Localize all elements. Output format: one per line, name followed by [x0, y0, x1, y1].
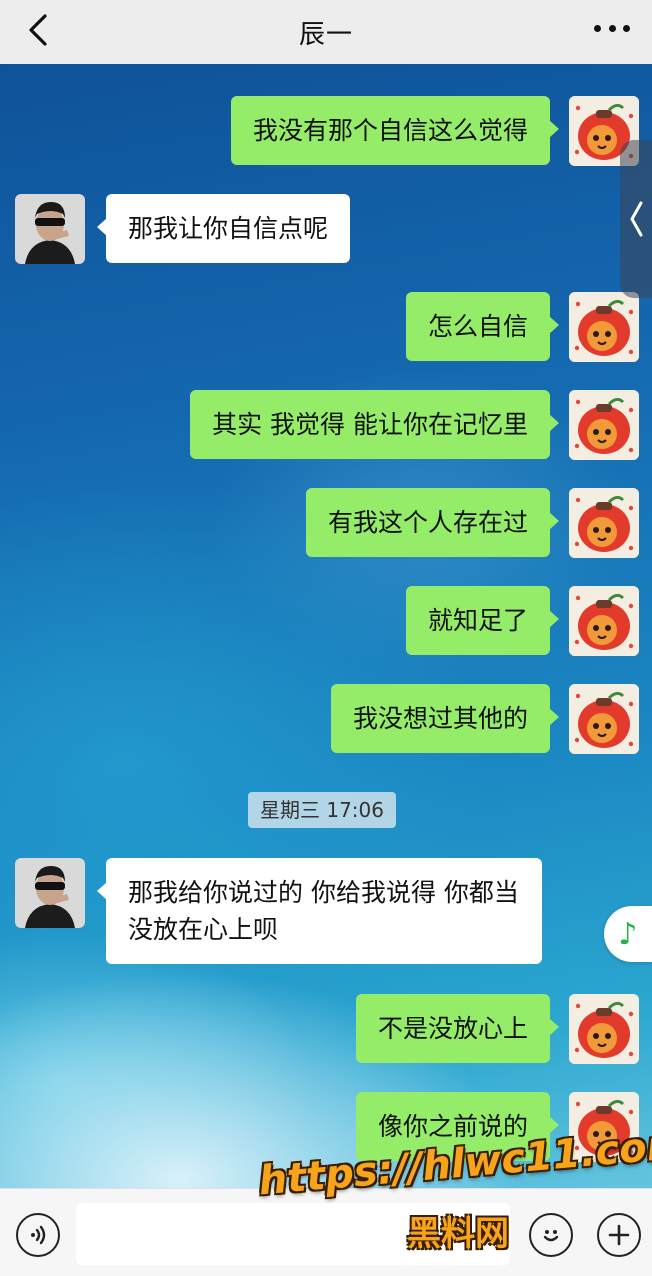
voice-button[interactable]	[16, 1213, 60, 1257]
message-bubble-received[interactable]: 那我让你自信点呢	[97, 194, 351, 263]
message-row: 我没想过其他的	[0, 684, 652, 754]
message-text: 其实 我觉得 能让你在记忆里	[212, 410, 528, 439]
message-row: 有我这个人存在过	[0, 488, 652, 558]
contact-avatar[interactable]	[15, 194, 85, 264]
person-photo-icon	[15, 194, 85, 264]
person-photo-icon	[15, 858, 85, 928]
apple-character-icon	[569, 390, 639, 460]
apple-character-icon	[569, 684, 639, 754]
message-text: 那我给你说过的 你给我说得 你都当没放在心上呗	[128, 878, 519, 944]
my-avatar[interactable]	[569, 292, 639, 362]
chevron-left-icon	[630, 201, 643, 237]
message-bubble-sent[interactable]: 就知足了	[405, 586, 559, 655]
chat-timestamp: 星期三 17:06	[248, 792, 396, 828]
message-row: 怎么自信	[0, 292, 652, 362]
apple-character-icon	[569, 488, 639, 558]
message-row: 其实 我觉得 能让你在记忆里	[0, 390, 652, 460]
message-text: 就知足了	[427, 606, 528, 635]
message-bubble-sent[interactable]: 我没有那个自信这么觉得	[230, 96, 559, 165]
message-text: 有我这个人存在过	[327, 508, 528, 537]
message-row: 那我给你说过的 你给我说得 你都当没放在心上呗	[0, 858, 652, 968]
music-float-button[interactable]: ♪	[604, 906, 652, 962]
watermark-name: 黑料网	[407, 1214, 509, 1254]
chat-title: 辰一	[298, 19, 353, 50]
message-row: 我没有那个自信这么觉得	[0, 96, 652, 166]
message-bubble-sent[interactable]: 有我这个人存在过	[305, 488, 559, 557]
message-bubble-sent[interactable]: 其实 我觉得 能让你在记忆里	[190, 390, 559, 459]
apple-character-icon	[569, 586, 639, 656]
music-note-icon: ♪	[618, 916, 638, 952]
more-button[interactable]	[594, 16, 630, 40]
message-row: 那我让你自信点呢	[0, 194, 652, 264]
message-bubble-sent[interactable]: 不是没放心上	[355, 994, 559, 1063]
message-text: 怎么自信	[427, 312, 528, 341]
chat-header: 辰一	[0, 0, 652, 64]
my-avatar[interactable]	[569, 390, 639, 460]
chevron-left-icon	[29, 14, 47, 46]
message-text: 不是没放心上	[377, 1014, 528, 1043]
voice-icon	[31, 1225, 46, 1245]
apple-character-icon	[569, 994, 639, 1064]
side-panel-tab[interactable]	[620, 140, 652, 298]
more-dots-icon	[594, 24, 601, 32]
message-text: 我没想过其他的	[352, 704, 528, 733]
my-avatar[interactable]	[569, 994, 639, 1064]
my-avatar[interactable]	[569, 488, 639, 558]
message-bubble-sent[interactable]: 怎么自信	[405, 292, 559, 361]
message-bubble-received[interactable]: 那我给你说过的 你给我说得 你都当没放在心上呗	[97, 858, 542, 964]
watermark: https://hlwc11.com 黑料网	[257, 1121, 652, 1268]
contact-avatar[interactable]	[15, 858, 85, 928]
message-text: 我没有那个自信这么觉得	[252, 116, 528, 145]
message-bubble-sent[interactable]: 我没想过其他的	[330, 684, 559, 753]
apple-character-icon	[569, 292, 639, 362]
message-text: 那我让你自信点呢	[128, 214, 329, 243]
my-avatar[interactable]	[569, 586, 639, 656]
message-row: 就知足了	[0, 586, 652, 656]
my-avatar[interactable]	[569, 684, 639, 754]
back-button[interactable]	[18, 10, 58, 50]
message-row: 不是没放心上	[0, 994, 652, 1064]
